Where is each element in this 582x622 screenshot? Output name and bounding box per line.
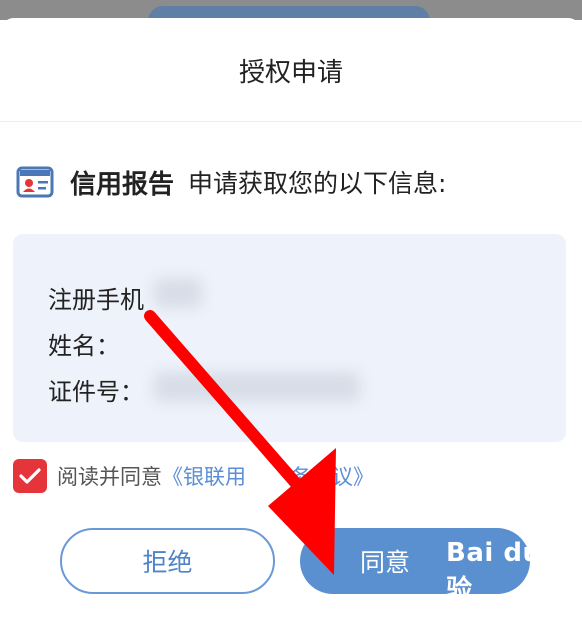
field-label-id: 证件号： — [48, 378, 144, 406]
field-label-name: 姓名： — [48, 332, 120, 360]
divider — [0, 121, 582, 122]
blurred-phone-value — [154, 278, 202, 308]
blurred-id-value — [154, 372, 360, 402]
dialog-title: 授权申请 — [238, 58, 343, 88]
baidu-watermark: Bai du 经验 jingyan.baidu.com — [446, 532, 582, 622]
watermark-logo: Bai du 经验 — [446, 538, 578, 605]
agreement-link-end[interactable]: 务协议》 — [290, 461, 374, 491]
agree-button-label: 同意 — [359, 548, 410, 577]
app-request-row: 信用报告 申请获取您的以下信息: — [16, 162, 446, 202]
agreement-text: 阅读并同意 — [57, 465, 162, 489]
request-text: 申请获取您的以下信息: — [188, 169, 447, 198]
id-card-icon — [16, 166, 54, 198]
watermark-url: jingyan.baidu.com — [446, 608, 557, 622]
agreement-link[interactable]: 《银联用 — [162, 461, 246, 491]
agreement-checkbox[interactable] — [13, 459, 47, 493]
app-name: 信用报告 — [70, 169, 175, 200]
agreement-row: 阅读并同意 《银联用 务协议》 — [13, 458, 374, 494]
refuse-button[interactable]: 拒绝 — [60, 528, 275, 594]
check-icon — [19, 468, 41, 484]
field-label-phone: 注册手机 — [48, 286, 144, 314]
